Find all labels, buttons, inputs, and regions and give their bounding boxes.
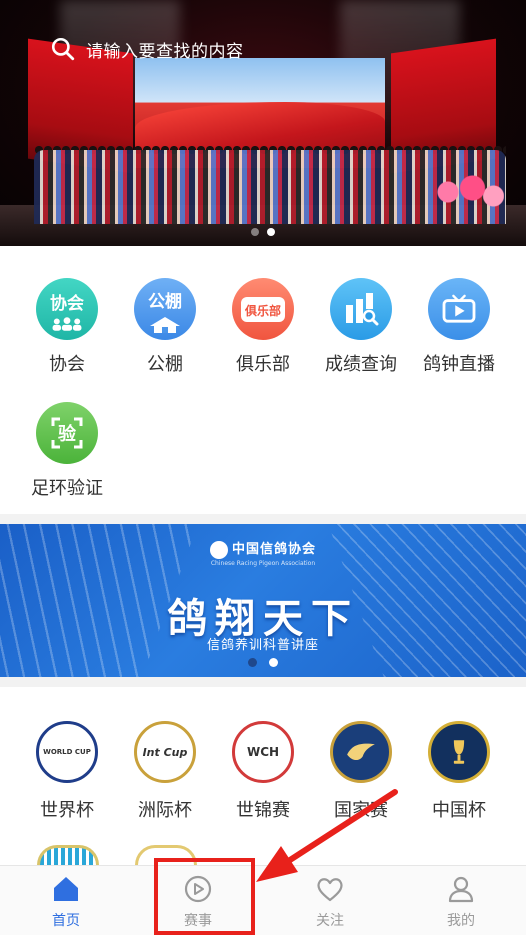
live-tv-icon	[428, 278, 490, 340]
people-icon	[52, 317, 82, 331]
home-icon	[54, 877, 78, 901]
feature-club[interactable]: 俱乐部 俱乐部	[214, 278, 312, 376]
cup-china[interactable]: 中国杯	[410, 721, 508, 822]
cup-intercontinental[interactable]: Int Cup 洲际杯	[116, 721, 214, 822]
scan-frame-icon	[51, 417, 83, 449]
promo-banner-carousel[interactable]: 中国信鸽协会 Chinese Racing Pigeon Association…	[0, 524, 526, 677]
national-race-logo	[330, 721, 392, 783]
feature-association-label: 协会	[49, 354, 85, 375]
feature-loft[interactable]: 公棚 公棚	[116, 278, 214, 376]
feature-ring-verify[interactable]: 验 足环验证	[18, 402, 116, 500]
feature-association[interactable]: 协会 协会	[18, 278, 116, 376]
cup-world[interactable]: WORLD CUP 世界杯	[18, 721, 116, 822]
wch-badge-text: WCH	[246, 745, 280, 759]
tab-follow-label: 关注	[316, 913, 344, 929]
cup-intercontinental-label: 洲际杯	[138, 800, 192, 821]
score-query-icon	[330, 278, 392, 340]
cup-world-championship-label: 世锦赛	[236, 800, 290, 821]
cup-national[interactable]: 国家赛	[312, 721, 410, 822]
world-cup-logo: WORLD CUP	[36, 721, 98, 783]
loft-icon-text: 公棚	[148, 292, 182, 312]
cup-china-label: 中国杯	[432, 800, 486, 821]
association-icon: 协会	[36, 278, 98, 340]
search-placeholder: 请输入要查找的内容	[86, 41, 244, 62]
section-divider	[0, 677, 526, 687]
world-cup-badge-text: WORLD CUP	[43, 748, 91, 756]
feature-score-query[interactable]: 成绩查询	[312, 278, 410, 376]
cup-world-championship[interactable]: WCH 世锦赛	[214, 721, 312, 822]
feature-grid: 协会 协会 公棚 公棚 俱乐部 俱乐部 成绩查询 鸽钟直播 验 足环验证	[0, 246, 526, 514]
feature-live-label: 鸽钟直播	[423, 354, 495, 375]
flowers-decoration	[434, 172, 504, 212]
feature-club-label: 俱乐部	[236, 354, 290, 375]
world-championship-logo: WCH	[232, 721, 294, 783]
promo-dot-2[interactable]	[269, 658, 278, 667]
search-icon	[51, 37, 75, 61]
heart-icon	[317, 878, 343, 902]
promo-dot-1[interactable]	[248, 658, 257, 667]
bar-chart-search-icon	[346, 293, 379, 326]
promo-pagination	[0, 658, 526, 667]
tab-follow[interactable]: 关注	[280, 874, 380, 930]
user-icon	[448, 876, 474, 903]
section-divider	[0, 514, 526, 524]
house-icon	[150, 317, 180, 333]
banner-pagination	[0, 228, 526, 236]
china-cup-logo	[428, 721, 490, 783]
feature-loft-label: 公棚	[147, 354, 183, 375]
tab-mine-label: 我的	[447, 913, 475, 929]
top-banner-carousel[interactable]: 请输入要查找的内容	[0, 0, 526, 246]
dove-icon	[347, 743, 375, 761]
trophy-icon	[453, 740, 465, 764]
search-bar[interactable]: 请输入要查找的内容	[50, 34, 410, 64]
annotation-highlight-box	[154, 858, 255, 935]
cup-logo-peek	[37, 845, 99, 865]
feature-live[interactable]: 鸽钟直播	[410, 278, 508, 376]
tab-home-label: 首页	[52, 913, 80, 929]
club-icon: 俱乐部	[232, 278, 294, 340]
tv-play-icon	[442, 294, 476, 323]
inter-cup-badge-text: Int Cup	[142, 745, 188, 759]
association-icon-text: 协会	[50, 294, 84, 314]
cup-world-label: 世界杯	[40, 800, 94, 821]
intercontinental-cup-logo: Int Cup	[134, 721, 196, 783]
club-icon-text: 俱乐部	[244, 303, 281, 318]
association-logo	[209, 540, 228, 559]
bottom-tab-bar: 首页 赛事 关注 我的	[0, 865, 526, 935]
org-header: 中国信鸽协会 Chinese Racing Pigeon Association	[0, 538, 526, 567]
org-english-name: Chinese Racing Pigeon Association	[210, 559, 316, 567]
cup-category-grid: WORLD CUP 世界杯 Int Cup 洲际杯 WCH 世锦赛 国家赛 中国…	[0, 687, 526, 865]
cup-national-label: 国家赛	[334, 800, 388, 821]
loft-icon: 公棚	[134, 278, 196, 340]
feature-ring-verify-label: 足环验证	[31, 478, 103, 499]
tab-home[interactable]: 首页	[16, 874, 116, 930]
tab-mine[interactable]: 我的	[411, 874, 511, 930]
promo-subtitle: 信鸽养训科普讲座	[206, 638, 319, 653]
org-name: 中国信鸽协会	[231, 542, 316, 557]
feature-score-query-label: 成绩查询	[325, 354, 397, 375]
banner-dot-1[interactable]	[251, 228, 259, 236]
ring-verify-icon: 验	[36, 402, 98, 464]
banner-dot-2[interactable]	[267, 228, 275, 236]
